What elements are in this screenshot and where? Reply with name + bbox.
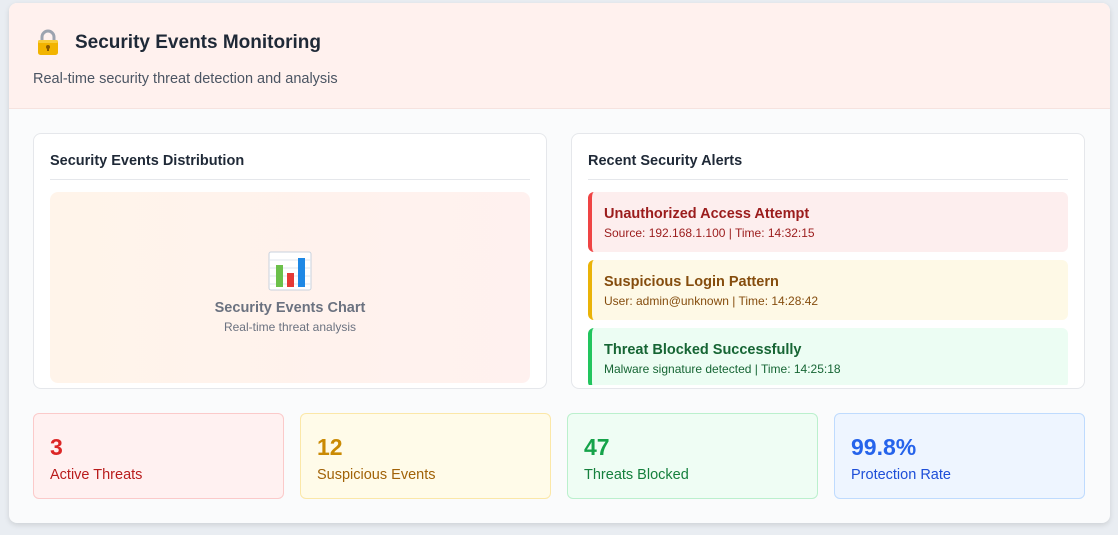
stat-label: Suspicious Events: [317, 467, 436, 483]
stat-label: Threats Blocked: [584, 467, 689, 483]
stats-row: 3 Active Threats 12 Suspicious Events 47…: [33, 413, 1085, 499]
stat-card-suspicious-events[interactable]: 12 Suspicious Events: [300, 413, 551, 499]
alert-item[interactable]: Threat Blocked Successfully Malware sign…: [588, 328, 1068, 385]
stat-value: 12: [317, 434, 343, 460]
panel-title: Recent Security Alerts: [588, 134, 1068, 180]
alerts-list[interactable]: Unauthorized Access Attempt Source: 192.…: [588, 192, 1068, 385]
stat-label: Protection Rate: [851, 467, 951, 483]
stat-value: 47: [584, 434, 610, 460]
chart-placeholder[interactable]: Security Events Chart Real-time threat a…: [50, 192, 530, 383]
page-subtitle: Real-time security threat detection and …: [33, 71, 338, 87]
alert-meta: User: admin@unknown | Time: 14:28:42: [604, 294, 819, 308]
lock-icon: [33, 28, 63, 58]
title-row: Security Events Monitoring: [33, 28, 1086, 58]
alert-meta: Source: 192.168.1.100 | Time: 14:32:15: [604, 226, 815, 240]
stat-label: Active Threats: [50, 467, 143, 483]
panel-title: Security Events Distribution: [50, 134, 530, 180]
stat-card-protection-rate[interactable]: 99.8% Protection Rate: [834, 413, 1085, 499]
alert-meta: Malware signature detected | Time: 14:25…: [604, 362, 841, 376]
security-dashboard-card: Security Events Monitoring Real-time sec…: [9, 3, 1110, 523]
chart-label: Security Events Chart: [214, 300, 366, 316]
alert-item[interactable]: Suspicious Login Pattern User: admin@unk…: [588, 260, 1068, 320]
bar-chart-icon: [268, 251, 312, 291]
stat-value: 99.8%: [851, 434, 917, 460]
alert-title: Suspicious Login Pattern: [604, 274, 779, 290]
events-distribution-panel: Security Events Distribution Security Ev…: [33, 133, 547, 389]
alert-title: Unauthorized Access Attempt: [604, 206, 810, 222]
alert-item[interactable]: Unauthorized Access Attempt Source: 192.…: [588, 192, 1068, 252]
page-header: Security Events Monitoring Real-time sec…: [9, 3, 1110, 109]
alert-title: Threat Blocked Successfully: [604, 342, 802, 358]
stat-card-active-threats[interactable]: 3 Active Threats: [33, 413, 284, 499]
stat-card-threats-blocked[interactable]: 47 Threats Blocked: [567, 413, 818, 499]
stat-value: 3: [50, 434, 63, 460]
recent-alerts-panel: Recent Security Alerts Unauthorized Acce…: [571, 133, 1085, 389]
chart-sublabel: Real-time threat analysis: [223, 320, 357, 334]
page-title: Security Events Monitoring: [75, 32, 321, 53]
